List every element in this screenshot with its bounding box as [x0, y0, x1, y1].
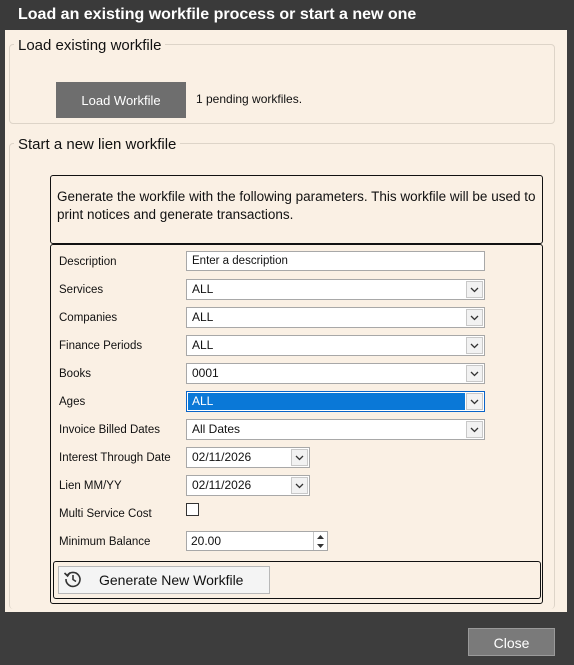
chevron-down-icon[interactable]	[291, 449, 308, 466]
stepper-down-icon[interactable]	[314, 541, 327, 550]
generate-new-workfile-button[interactable]: Generate New Workfile	[58, 566, 270, 594]
books-value: 0001	[192, 366, 219, 380]
stepper-up-icon[interactable]	[314, 532, 327, 541]
interest-through-date-value: 02/11/2026	[192, 450, 252, 464]
minimum-balance-value: 20.00	[191, 534, 222, 548]
dialog-client-area: Load existing workfile Load Workfile 1 p…	[5, 30, 567, 612]
services-value: ALL	[192, 282, 214, 296]
chevron-down-icon[interactable]	[291, 477, 308, 494]
books-dropdown[interactable]: 0001	[186, 363, 485, 384]
description-input[interactable]: Enter a description	[186, 251, 485, 271]
finance-periods-label: Finance Periods	[59, 340, 143, 352]
chevron-down-icon[interactable]	[466, 365, 483, 382]
lien-mmyy-value: 02/11/2026	[192, 478, 252, 492]
ages-label: Ages	[59, 396, 86, 408]
interest-through-date-picker[interactable]: 02/11/2026	[186, 447, 310, 468]
generate-new-workfile-label: Generate New Workfile	[99, 572, 244, 588]
multi-service-cost-checkbox[interactable]	[186, 503, 199, 516]
load-existing-group: Load existing workfile Load Workfile 1 p…	[9, 37, 555, 124]
chevron-down-icon[interactable]	[466, 309, 483, 326]
parameters-info-text: Generate the workfile with the following…	[50, 175, 543, 244]
companies-label: Companies	[59, 312, 118, 324]
ages-value: ALL	[192, 394, 214, 408]
generate-panel: Generate New Workfile	[53, 561, 541, 599]
minimum-balance-label: Minimum Balance	[59, 536, 151, 548]
interest-through-date-label: Interest Through Date	[59, 452, 171, 464]
lien-mmyy-label: Lien MM/YY	[59, 480, 122, 492]
companies-dropdown[interactable]: ALL	[186, 307, 485, 328]
pending-workfiles-text: 1 pending workfiles.	[196, 92, 303, 106]
invoice-billed-dates-dropdown[interactable]: All Dates	[186, 419, 485, 440]
selection-highlight	[188, 393, 465, 410]
chevron-down-icon[interactable]	[466, 281, 483, 298]
close-button[interactable]: Close	[468, 628, 555, 656]
finance-periods-value: ALL	[192, 338, 214, 352]
invoice-billed-dates-label: Invoice Billed Dates	[59, 424, 160, 436]
new-lien-group-title: Start a new lien workfile	[14, 136, 181, 154]
window-title: Load an existing workfile process or sta…	[0, 0, 574, 30]
companies-value: ALL	[192, 310, 214, 324]
chevron-down-icon[interactable]	[466, 421, 483, 438]
services-dropdown[interactable]: ALL	[186, 279, 485, 300]
description-placeholder: Enter a description	[192, 255, 288, 267]
books-label: Books	[59, 368, 91, 380]
invoice-billed-dates-value: All Dates	[192, 422, 241, 436]
load-workfile-button[interactable]: Load Workfile	[56, 82, 186, 118]
chevron-down-icon[interactable]	[466, 337, 483, 354]
stepper-buttons	[313, 532, 327, 550]
services-label: Services	[59, 284, 104, 296]
minimum-balance-stepper[interactable]: 20.00	[186, 531, 328, 551]
history-clock-icon	[63, 569, 83, 592]
finance-periods-dropdown[interactable]: ALL	[186, 335, 485, 356]
chevron-down-icon[interactable]	[466, 393, 483, 410]
multi-service-cost-label: Multi Service Cost	[59, 508, 152, 520]
lien-mmyy-picker[interactable]: 02/11/2026	[186, 475, 310, 496]
load-existing-group-title: Load existing workfile	[14, 37, 166, 55]
ages-dropdown[interactable]: ALL	[186, 391, 485, 412]
parameters-panel: Description Enter a description Services…	[50, 244, 543, 604]
description-label: Description	[59, 256, 117, 268]
